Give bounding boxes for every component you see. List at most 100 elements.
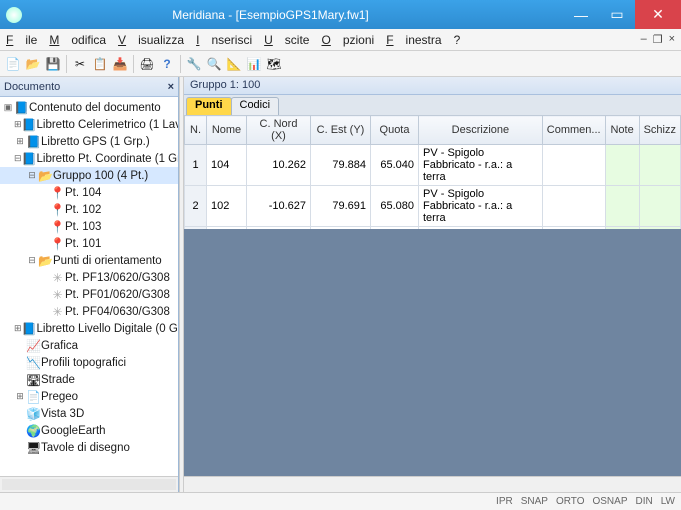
content-scrollbar[interactable] xyxy=(184,476,681,492)
col-descrizione[interactable]: Descrizione xyxy=(419,116,543,145)
status-osnap[interactable]: OSNAP xyxy=(592,496,627,507)
tree-pt-102[interactable]: 📍Pt. 102 xyxy=(0,201,178,218)
document-panel-close-icon[interactable]: × xyxy=(168,81,174,93)
tree-grafica[interactable]: 📈Grafica xyxy=(0,337,178,354)
cell-est[interactable]: 79.884 xyxy=(311,145,371,186)
document-tree[interactable]: ▣📘Contenuto del documento ⊞📘Libretto Cel… xyxy=(0,97,178,476)
menu-modifica[interactable]: Modifica xyxy=(49,33,106,47)
tree-profili[interactable]: 📉Profili topografici xyxy=(0,354,178,371)
menu-finestra[interactable]: Finestra xyxy=(386,33,441,47)
tree-pf04[interactable]: ✳Pt. PF04/0630/G308 xyxy=(0,303,178,320)
mdi-restore-icon[interactable]: ❐ xyxy=(653,33,663,46)
tabs: Punti Codici xyxy=(184,95,681,115)
copy-icon[interactable]: 📋 xyxy=(91,55,109,73)
tab-punti[interactable]: Punti xyxy=(186,97,232,115)
cell-note[interactable] xyxy=(605,186,639,227)
paste-icon[interactable]: 📥 xyxy=(111,55,129,73)
col-nome[interactable]: Nome xyxy=(207,116,247,145)
tool5-icon[interactable]: 🗺 xyxy=(265,55,283,73)
open-icon[interactable]: 📂 xyxy=(24,55,42,73)
status-lw[interactable]: LW xyxy=(661,496,675,507)
cell-quota[interactable]: 65.080 xyxy=(371,186,419,227)
tree-root[interactable]: ▣📘Contenuto del documento xyxy=(0,99,178,116)
print-icon[interactable]: 🖨 xyxy=(138,55,156,73)
maximize-button[interactable]: ▭ xyxy=(599,0,635,29)
cell-note[interactable] xyxy=(605,145,639,186)
tab-codici[interactable]: Codici xyxy=(231,97,280,115)
help-icon[interactable]: ? xyxy=(158,55,176,73)
mdi-close-icon[interactable]: × xyxy=(669,33,675,46)
status-din[interactable]: DIN xyxy=(636,496,653,507)
tree-pf13[interactable]: ✳Pt. PF13/0620/G308 xyxy=(0,269,178,286)
menu-file[interactable]: File xyxy=(6,33,37,47)
menu-uscite[interactable]: Uscite xyxy=(264,33,309,47)
cell-descrizione[interactable]: PV - Spigolo Fabbricato - r.a.: a terra xyxy=(419,186,543,227)
tool2-icon[interactable]: 🔍 xyxy=(205,55,223,73)
document-panel-header: Documento × xyxy=(0,77,178,97)
book-icon: 📘 xyxy=(14,101,29,115)
table-row[interactable]: 110410.26279.88465.040PV - Spigolo Fabbr… xyxy=(185,145,681,186)
document-panel-title: Documento xyxy=(4,81,60,93)
tree-libretto-gps[interactable]: ⊞📘Libretto GPS (1 Grp.) xyxy=(0,133,178,150)
tree-punti-orientamento[interactable]: ⊟📂Punti di orientamento xyxy=(0,252,178,269)
status-snap[interactable]: SNAP xyxy=(521,496,548,507)
tree-pf01[interactable]: ✳Pt. PF01/0620/G308 xyxy=(0,286,178,303)
col-schizzi[interactable]: Schizz xyxy=(639,116,680,145)
cell-commenti[interactable] xyxy=(542,186,605,227)
tree-pt-101[interactable]: 📍Pt. 101 xyxy=(0,235,178,252)
col-quota[interactable]: Quota xyxy=(371,116,419,145)
tree-pt-103[interactable]: 📍Pt. 103 xyxy=(0,218,178,235)
document-panel: Documento × ▣📘Contenuto del documento ⊞📘… xyxy=(0,77,179,492)
cell-nome[interactable]: 102 xyxy=(207,186,247,227)
tree-gruppo-100[interactable]: ⊟📂Gruppo 100 (4 Pt.) xyxy=(0,167,178,184)
tree-googleearth[interactable]: 🌍GoogleEarth xyxy=(0,422,178,439)
close-button[interactable]: ✕ xyxy=(635,0,681,29)
cell-schizzi[interactable] xyxy=(639,145,680,186)
folder-open-icon: 📂 xyxy=(38,169,53,183)
cell-commenti[interactable] xyxy=(542,145,605,186)
save-icon[interactable]: 💾 xyxy=(44,55,62,73)
tree-tavole[interactable]: 🖥Tavole di disegno xyxy=(0,439,178,456)
cell-quota[interactable]: 65.040 xyxy=(371,145,419,186)
mdi-minimize-icon[interactable]: – xyxy=(641,33,647,46)
tree-strade[interactable]: 🛣Strade xyxy=(0,371,178,388)
tool3-icon[interactable]: 📐 xyxy=(225,55,243,73)
menu-inserisci[interactable]: Inserisci xyxy=(196,33,252,47)
cell-nome[interactable]: 104 xyxy=(207,145,247,186)
tree-libretto-livello[interactable]: ⊞📘Libretto Livello Digitale (0 Grup xyxy=(0,320,178,337)
tool4-icon[interactable]: 📊 xyxy=(245,55,263,73)
col-commenti[interactable]: Commen... xyxy=(542,116,605,145)
cube-icon: 🧊 xyxy=(26,407,41,421)
new-icon[interactable]: 📄 xyxy=(4,55,22,73)
cell-n[interactable]: 2 xyxy=(185,186,207,227)
col-nord[interactable]: C. Nord (X) xyxy=(247,116,311,145)
tree-libretto-celerimetrico[interactable]: ⊞📘Libretto Celerimetrico (1 Lav.) xyxy=(0,116,178,133)
tool-icon[interactable]: 🔧 xyxy=(185,55,203,73)
document-panel-scrollbar[interactable] xyxy=(0,476,178,492)
star-icon: ✳ xyxy=(50,305,65,319)
status-ipr[interactable]: IPR xyxy=(496,496,513,507)
pin-icon: 📍 xyxy=(50,220,65,234)
menu-opzioni[interactable]: Opzioni xyxy=(321,33,374,47)
cell-schizzi[interactable] xyxy=(639,186,680,227)
col-note[interactable]: Note xyxy=(605,116,639,145)
menu-visualizza[interactable]: Visualizza xyxy=(118,33,184,47)
cell-n[interactable]: 1 xyxy=(185,145,207,186)
status-orto[interactable]: ORTO xyxy=(556,496,585,507)
cell-descrizione[interactable]: PV - Spigolo Fabbricato - r.a.: a terra xyxy=(419,145,543,186)
tree-pt-104[interactable]: 📍Pt. 104 xyxy=(0,184,178,201)
col-n[interactable]: N. xyxy=(185,116,207,145)
cell-nord[interactable]: 10.262 xyxy=(247,145,311,186)
cell-nord[interactable]: -10.627 xyxy=(247,186,311,227)
tree-pregeo[interactable]: ⊞📄Pregeo xyxy=(0,388,178,405)
cut-icon[interactable]: ✂ xyxy=(71,55,89,73)
table-row[interactable]: 2102-10.62779.69165.080PV - Spigolo Fabb… xyxy=(185,186,681,227)
minimize-button[interactable]: — xyxy=(563,0,599,29)
cell-est[interactable]: 79.691 xyxy=(311,186,371,227)
book-icon: 📘 xyxy=(22,118,37,132)
tree-vista3d[interactable]: 🧊Vista 3D xyxy=(0,405,178,422)
col-est[interactable]: C. Est (Y) xyxy=(311,116,371,145)
menu-help[interactable]: ? xyxy=(454,33,461,47)
tree-libretto-coordinate[interactable]: ⊟📘Libretto Pt. Coordinate (1 Grup. xyxy=(0,150,178,167)
chart-icon: 📈 xyxy=(26,339,41,353)
